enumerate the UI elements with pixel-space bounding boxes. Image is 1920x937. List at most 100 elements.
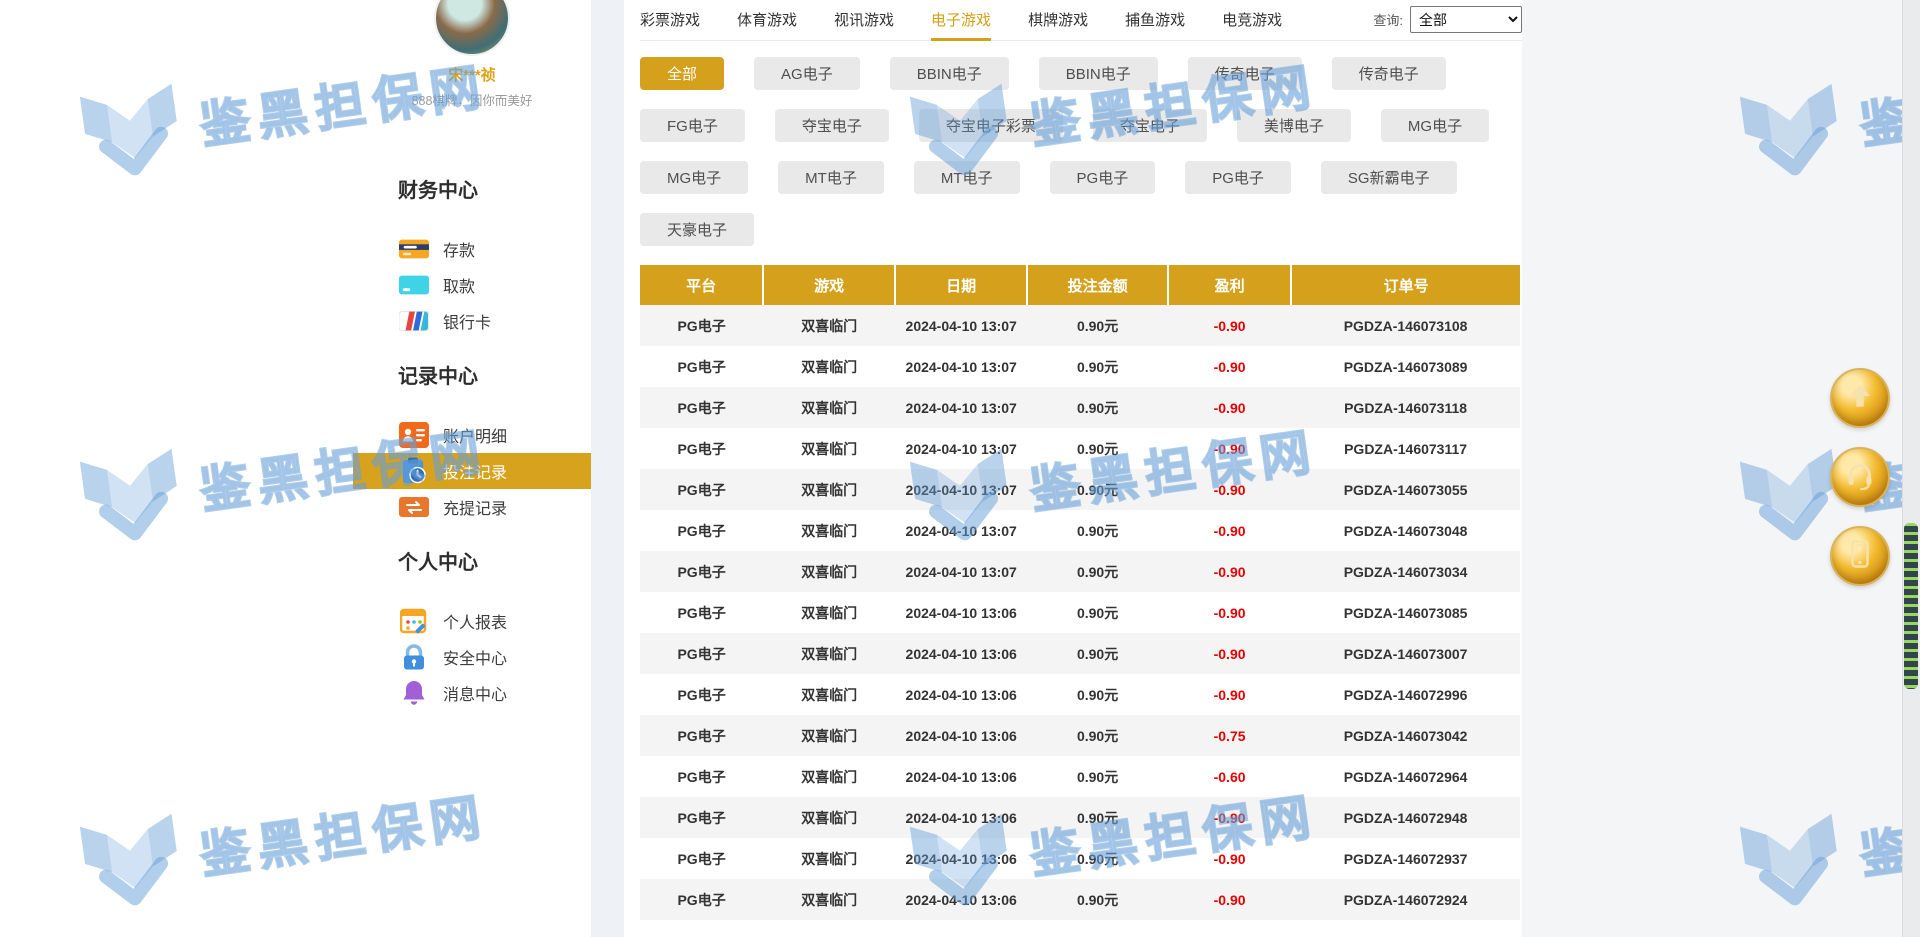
nav-tab[interactable]: 电子游戏 xyxy=(931,9,991,41)
query-box: 查询: 全部 xyxy=(1373,6,1522,33)
table-row: PG电子双喜临门2024-04-10 13:070.90元-0.90PGDZA-… xyxy=(640,551,1520,592)
account-detail-icon xyxy=(398,421,430,449)
nav-tab[interactable]: 电竞游戏 xyxy=(1222,9,1282,40)
order-no-cell: PGDZA-146072948 xyxy=(1291,797,1520,838)
sidebar-item[interactable]: 取款 xyxy=(353,267,591,303)
provider-filter-button[interactable]: MG电子 xyxy=(640,161,748,194)
game-cell: 双喜临门 xyxy=(763,633,895,674)
nav-tab[interactable]: 体育游戏 xyxy=(737,9,797,40)
provider-filter-button[interactable]: MT电子 xyxy=(914,161,1020,194)
table-header-cell: 日期 xyxy=(895,265,1027,305)
transfer-record-icon xyxy=(398,493,430,521)
table-row: PG电子双喜临门2024-04-10 13:060.90元-0.90PGDZA-… xyxy=(640,838,1520,879)
platform-cell: PG电子 xyxy=(640,469,763,510)
date-cell: 2024-04-10 13:06 xyxy=(895,633,1027,674)
profit-cell: -0.90 xyxy=(1168,797,1291,838)
date-cell: 2024-04-10 13:06 xyxy=(895,797,1027,838)
date-cell: 2024-04-10 13:07 xyxy=(895,305,1027,346)
provider-filter-button[interactable]: AG电子 xyxy=(754,57,860,90)
game-category-tabs: 彩票游戏 体育游戏 视讯游戏 电子游戏 棋牌游戏 捕鱼游戏 电竞游戏 查询: 全部 xyxy=(640,0,1522,41)
game-cell: 双喜临门 xyxy=(763,305,895,346)
scrollbar-thumb[interactable] xyxy=(1904,523,1918,689)
provider-filter-button[interactable]: 夺宝电子 xyxy=(775,109,889,142)
profit-cell: -0.90 xyxy=(1168,510,1291,551)
provider-filter-button[interactable]: FG电子 xyxy=(640,109,745,142)
game-cell: 双喜临门 xyxy=(763,674,895,715)
bet-amount-cell: 0.90元 xyxy=(1027,469,1168,510)
date-cell: 2024-04-10 13:07 xyxy=(895,510,1027,551)
sidebar-section-title: 记录中心 xyxy=(353,365,591,389)
sidebar-item[interactable]: 投注记录 xyxy=(353,453,591,489)
user-profile: 宋***祯 888棋牌，因你而美好 xyxy=(353,0,591,109)
bet-amount-cell: 0.90元 xyxy=(1027,305,1168,346)
provider-filter-button[interactable]: MG电子 xyxy=(1381,109,1489,142)
date-cell: 2024-04-10 13:06 xyxy=(895,879,1027,920)
table-row: PG电子双喜临门2024-04-10 13:060.90元-0.90PGDZA-… xyxy=(640,592,1520,633)
order-no-cell: PGDZA-146073108 xyxy=(1291,305,1520,346)
bet-amount-cell: 0.90元 xyxy=(1027,428,1168,469)
nav-tab[interactable]: 棋牌游戏 xyxy=(1028,9,1088,40)
nav-tab[interactable]: 彩票游戏 xyxy=(640,9,700,40)
phone-icon xyxy=(1845,539,1875,574)
platform-cell: PG电子 xyxy=(640,674,763,715)
headset-icon xyxy=(1845,460,1875,495)
security-lock-icon xyxy=(398,643,430,671)
scrollbar-track[interactable] xyxy=(1902,0,1920,937)
nav-tab[interactable]: 捕鱼游戏 xyxy=(1125,9,1185,40)
provider-filter-button[interactable]: 美博电子 xyxy=(1237,109,1351,142)
sidebar-item[interactable]: 银行卡 xyxy=(353,303,591,339)
table-row: PG电子双喜临门2024-04-10 13:060.90元-0.90PGDZA-… xyxy=(640,879,1520,920)
provider-filter-button[interactable]: PG电子 xyxy=(1185,161,1291,194)
sidebar-item-label: 取款 xyxy=(443,273,475,297)
order-no-cell: PGDZA-146073117 xyxy=(1291,428,1520,469)
sidebar-section-title: 财务中心 xyxy=(353,179,591,203)
provider-filter-button[interactable]: 夺宝电子 xyxy=(1093,109,1207,142)
provider-filter-button[interactable]: MT电子 xyxy=(778,161,884,194)
bet-amount-cell: 0.90元 xyxy=(1027,510,1168,551)
avatar xyxy=(434,0,510,56)
game-cell: 双喜临门 xyxy=(763,428,895,469)
watermark-shield-logo-icon xyxy=(70,74,193,189)
sidebar-item[interactable]: 个人报表 xyxy=(353,603,591,639)
provider-filter-button[interactable]: PG电子 xyxy=(1050,161,1156,194)
sidebar-item[interactable]: 存款 xyxy=(353,231,591,267)
provider-filter-button[interactable]: 全部 xyxy=(640,57,724,90)
provider-filter-button[interactable]: 天豪电子 xyxy=(640,213,754,246)
platform-cell: PG电子 xyxy=(640,879,763,920)
sidebar-item[interactable]: 账户明细 xyxy=(353,417,591,453)
order-no-cell: PGDZA-146073034 xyxy=(1291,551,1520,592)
arrow-up-float-button[interactable] xyxy=(1830,368,1890,428)
sidebar-item[interactable]: 安全中心 xyxy=(353,639,591,675)
filter-row: FG电子夺宝电子夺宝电子彩票夺宝电子美博电子MG电子 xyxy=(640,109,1522,142)
provider-filter-button[interactable]: 夺宝电子彩票 xyxy=(919,109,1063,142)
sidebar-section-list: 账户明细投注记录充提记录 xyxy=(353,417,591,525)
provider-filter-button[interactable]: SG新霸电子 xyxy=(1321,161,1457,194)
order-no-cell: PGDZA-146072964 xyxy=(1291,756,1520,797)
provider-filter-button[interactable]: BBIN电子 xyxy=(890,57,1009,90)
sidebar-item[interactable]: 消息中心 xyxy=(353,675,591,711)
page: 宋***祯 888棋牌，因你而美好 财务中心存款取款银行卡记录中心账户明细投注记… xyxy=(0,0,1920,937)
query-select[interactable]: 全部 xyxy=(1410,6,1522,33)
date-cell: 2024-04-10 13:06 xyxy=(895,674,1027,715)
headset-float-button[interactable] xyxy=(1830,447,1890,507)
provider-filter-button[interactable]: BBIN电子 xyxy=(1039,57,1158,90)
watermark-shield-logo-icon xyxy=(70,804,193,919)
bet-amount-cell: 0.90元 xyxy=(1027,551,1168,592)
date-cell: 2024-04-10 13:07 xyxy=(895,346,1027,387)
phone-float-button[interactable] xyxy=(1830,526,1890,586)
provider-filter-button[interactable]: 传奇电子 xyxy=(1332,57,1446,90)
sidebar-section: 记录中心账户明细投注记录充提记录 xyxy=(353,365,591,525)
platform-cell: PG电子 xyxy=(640,305,763,346)
table-row: PG电子双喜临门2024-04-10 13:070.90元-0.90PGDZA-… xyxy=(640,387,1520,428)
order-no-cell: PGDZA-146072937 xyxy=(1291,838,1520,879)
provider-filter-button[interactable]: 传奇电子 xyxy=(1188,57,1302,90)
sidebar-sections: 财务中心存款取款银行卡记录中心账户明细投注记录充提记录个人中心个人报表安全中心消… xyxy=(353,179,591,711)
table-row: PG电子双喜临门2024-04-10 13:060.90元-0.60PGDZA-… xyxy=(640,756,1520,797)
deposit-card-icon xyxy=(398,235,430,263)
sidebar-item[interactable]: 充提记录 xyxy=(353,489,591,525)
nav-tab[interactable]: 视讯游戏 xyxy=(834,9,894,40)
sidebar-section-list: 存款取款银行卡 xyxy=(353,231,591,339)
sidebar: 宋***祯 888棋牌，因你而美好 财务中心存款取款银行卡记录中心账户明细投注记… xyxy=(353,0,591,937)
bet-amount-cell: 0.90元 xyxy=(1027,879,1168,920)
bet-amount-cell: 0.90元 xyxy=(1027,838,1168,879)
